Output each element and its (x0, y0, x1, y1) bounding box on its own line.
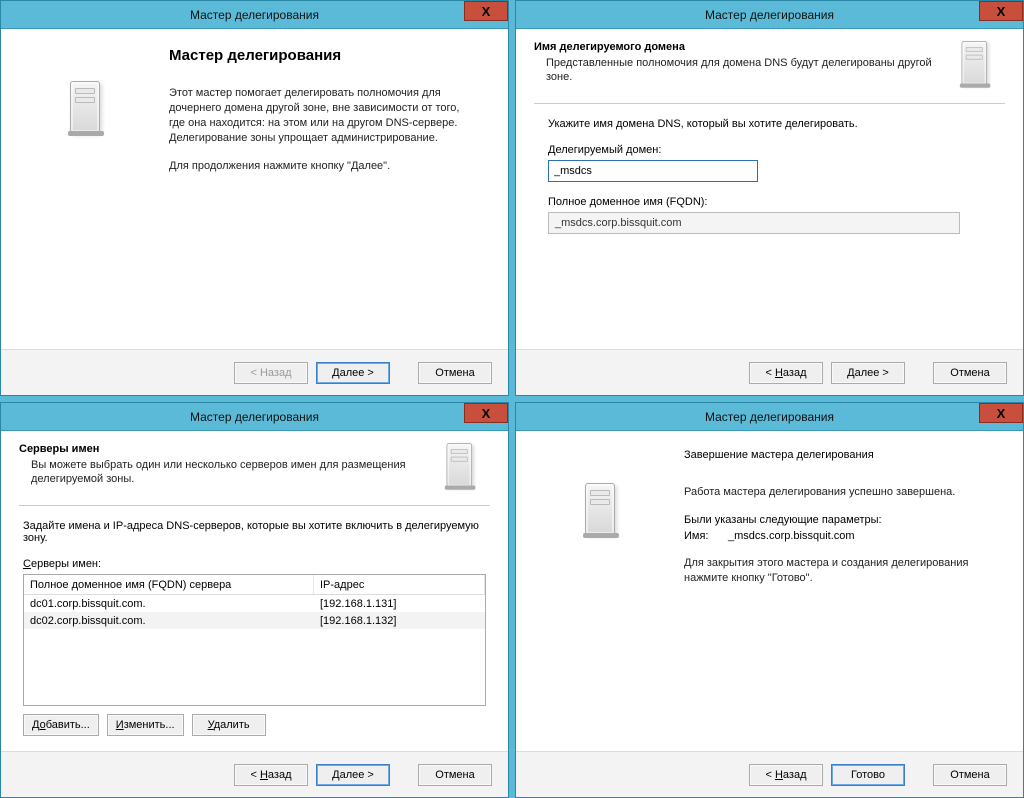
close-icon: X (482, 406, 491, 421)
servers-table[interactable]: Полное доменное имя (FQDN) сервера IP-ад… (23, 574, 486, 706)
wizard-domain-window: Мастер делегирования X Имя делегируемого… (515, 0, 1024, 396)
wizard-complete-window: Мастер делегирования X Завершение мастер… (515, 402, 1024, 798)
success-text: Работа мастера делегирования успешно зав… (684, 485, 984, 500)
title-text: Мастер делегирования (705, 8, 834, 22)
servers-label: Серверы имен: (23, 558, 486, 570)
back-button[interactable]: < Назад (749, 362, 823, 384)
next-button[interactable]: Далее > (316, 764, 390, 786)
domain-label: Делегируемый домен: (548, 144, 991, 156)
server-icon (70, 81, 118, 133)
back-button[interactable]: < Назад (234, 764, 308, 786)
next-button[interactable]: Далее > (316, 362, 390, 384)
title-text: Мастер делегирования (190, 8, 319, 22)
col-ip[interactable]: IP-адрес (314, 575, 485, 594)
add-button[interactable]: Добавить... (23, 714, 99, 736)
cell-ip: [192.168.1.132] (314, 615, 485, 627)
title-text: Мастер делегирования (190, 410, 319, 424)
delete-button[interactable]: Удалить (192, 714, 266, 736)
cell-fqdn: dc02.corp.bissquit.com. (24, 615, 314, 627)
wizard-welcome-window: Мастер делегирования X Мастер делегирова… (0, 0, 509, 396)
summary-name-value: _msdcs.corp.bissquit.com (728, 530, 855, 542)
title-text: Мастер делегирования (705, 410, 834, 424)
col-fqdn[interactable]: Полное доменное имя (FQDN) сервера (24, 575, 314, 594)
page-title: Завершение мастера делегирования (684, 449, 1005, 461)
titlebar[interactable]: Мастер делегирования X (516, 403, 1023, 431)
summary-intro: Были указаны следующие параметры: (684, 514, 1005, 526)
instruction-text: Задайте имена и IP-адреса DNS-серверов, … (23, 520, 486, 544)
domain-input[interactable] (548, 160, 758, 182)
instruction-text: Укажите имя домена DNS, который вы хотит… (548, 118, 991, 130)
header-title: Серверы имен (19, 443, 442, 455)
close-button[interactable]: X (464, 1, 508, 21)
fqdn-label: Полное доменное имя (FQDN): (548, 196, 991, 208)
cancel-button[interactable]: Отмена (933, 764, 1007, 786)
close-button[interactable]: X (464, 403, 508, 423)
summary-name-label: Имя: (684, 530, 728, 542)
fqdn-readonly: _msdcs.corp.bissquit.com (548, 212, 960, 234)
close-button[interactable]: X (979, 1, 1023, 21)
titlebar[interactable]: Мастер делегирования X (1, 1, 508, 29)
server-icon (442, 443, 490, 495)
header-desc: Вы можете выбрать один или несколько сер… (19, 458, 419, 487)
titlebar[interactable]: Мастер делегирования X (1, 403, 508, 431)
close-button[interactable]: X (979, 403, 1023, 423)
close-icon: X (997, 4, 1006, 19)
cancel-button[interactable]: Отмена (418, 362, 492, 384)
wizard-servers-window: Мастер делегирования X Серверы имен Вы м… (0, 402, 509, 798)
server-icon (957, 41, 1005, 93)
edit-button[interactable]: Изменить... (107, 714, 184, 736)
close-icon: X (997, 406, 1006, 421)
back-button: < Назад (234, 362, 308, 384)
close-icon: X (482, 4, 491, 19)
back-button[interactable]: < Назад (749, 764, 823, 786)
finish-button[interactable]: Готово (831, 764, 905, 786)
cancel-button[interactable]: Отмена (933, 362, 1007, 384)
cell-ip: [192.168.1.131] (314, 598, 485, 610)
page-title: Мастер делегирования (169, 47, 490, 64)
cell-fqdn: dc01.corp.bissquit.com. (24, 598, 314, 610)
server-icon (585, 483, 633, 535)
intro-paragraph: Этот мастер помогает делегировать полном… (169, 86, 469, 145)
table-row[interactable]: dc01.corp.bissquit.com. [192.168.1.131] (24, 595, 485, 612)
next-button[interactable]: Далее > (831, 362, 905, 384)
table-row[interactable]: dc02.corp.bissquit.com. [192.168.1.132] (24, 612, 485, 629)
continue-hint: Для продолжения нажмите кнопку "Далее". (169, 159, 469, 174)
wizard-graphic (19, 41, 169, 349)
header-desc: Представленные полномочия для домена DNS… (534, 56, 934, 85)
wizard-graphic (534, 443, 684, 751)
finish-hint: Для закрытия этого мастера и создания де… (684, 556, 984, 586)
header-title: Имя делегируемого домена (534, 41, 957, 53)
cancel-button[interactable]: Отмена (418, 764, 492, 786)
titlebar[interactable]: Мастер делегирования X (516, 1, 1023, 29)
